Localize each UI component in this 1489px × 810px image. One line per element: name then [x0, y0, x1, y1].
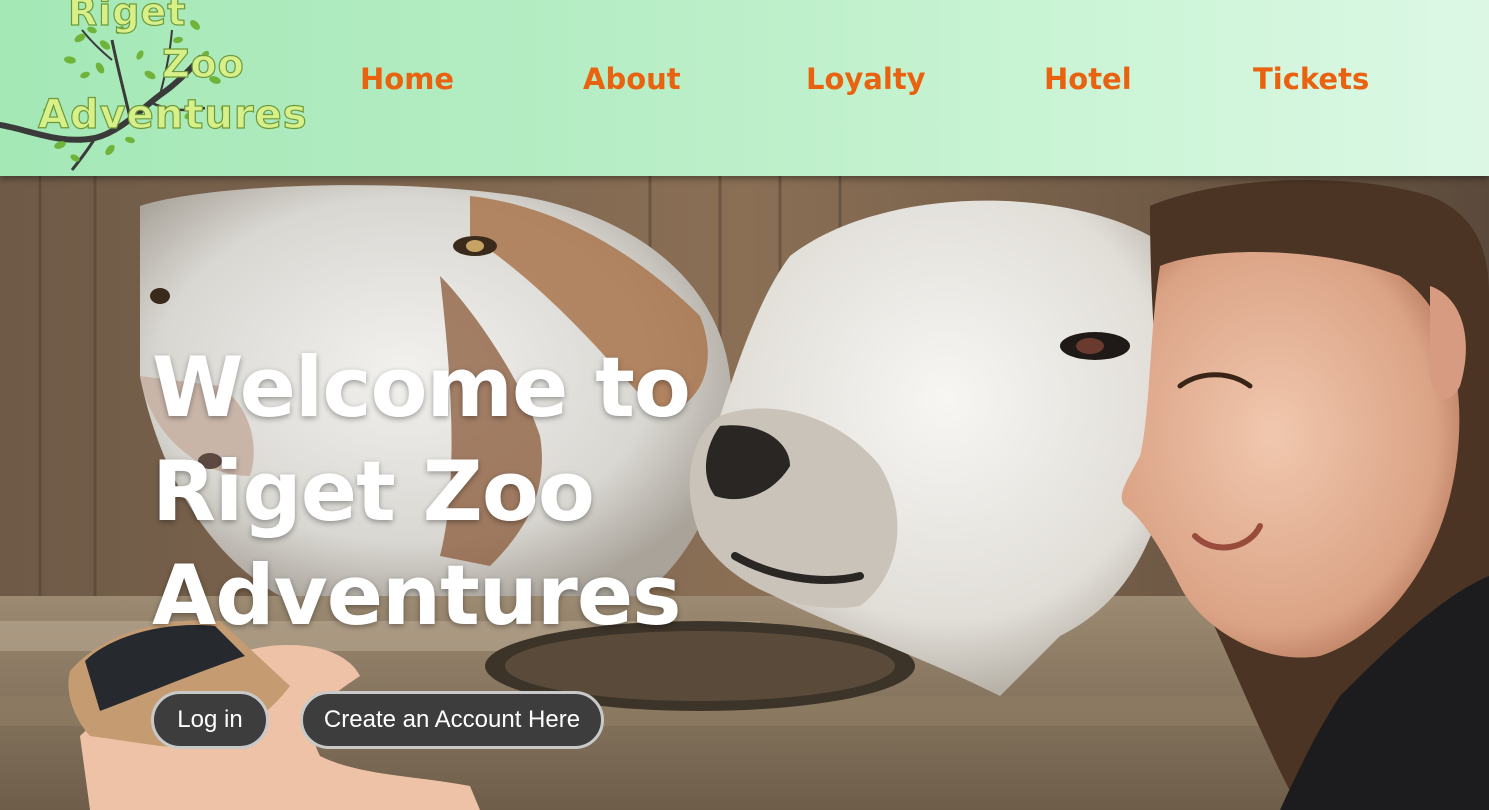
main-nav: Home About Loyalty Hotel Tickets — [0, 62, 1489, 102]
nav-home-link[interactable]: Home — [360, 62, 454, 96]
hero-title-line-1: Welcome to — [152, 339, 691, 436]
hero-title-line-3: Adventures — [152, 547, 682, 644]
hero-title-line-2: Riget Zoo — [152, 443, 595, 540]
nav-tickets-link[interactable]: Tickets — [1253, 62, 1369, 96]
nav-about-link[interactable]: About — [583, 62, 681, 96]
hero-section: Welcome to Riget Zoo Adventures Log in C… — [0, 176, 1489, 810]
site-header: Riget Zoo Adventures Home About Loyalty … — [0, 0, 1489, 176]
login-button[interactable]: Log in — [151, 691, 269, 749]
create-account-button[interactable]: Create an Account Here — [300, 691, 604, 749]
nav-loyalty-link[interactable]: Loyalty — [806, 62, 926, 96]
logo-text-riget: Riget — [67, 0, 187, 35]
nav-hotel-link[interactable]: Hotel — [1044, 62, 1132, 96]
hero-title: Welcome to Riget Zoo Adventures — [152, 336, 752, 648]
